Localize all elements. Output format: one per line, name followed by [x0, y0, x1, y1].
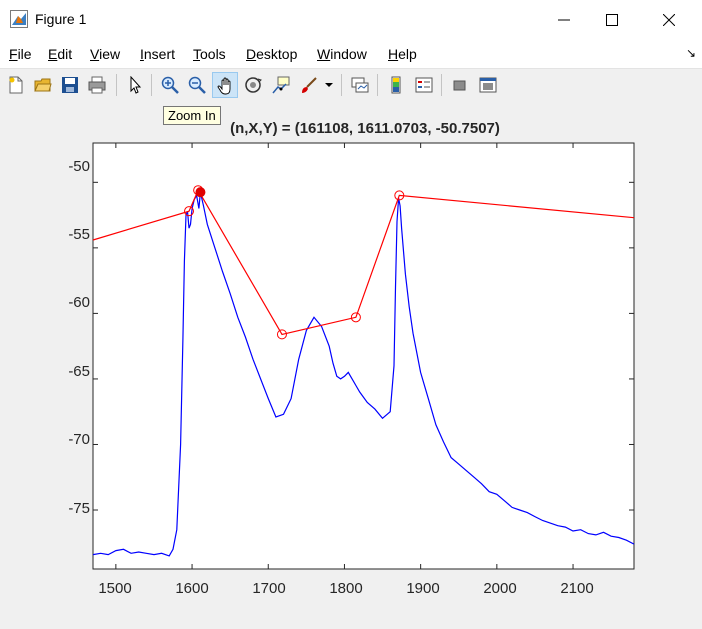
y-tick-label: -65 — [68, 363, 90, 380]
x-tick-label: 1700 — [252, 580, 286, 597]
y-tick-label: -55 — [68, 226, 90, 243]
x-tick-label: 2000 — [483, 580, 517, 597]
y-tick-label: -60 — [68, 294, 90, 311]
x-tick-label: 1800 — [329, 580, 363, 597]
x-tick-label: 1600 — [175, 580, 209, 597]
x-tick-label: 1500 — [98, 580, 132, 597]
y-tick-label: -75 — [68, 500, 90, 517]
x-tick-label: 1900 — [406, 580, 440, 597]
axes-box — [92, 142, 635, 570]
y-tick-label: -50 — [68, 158, 90, 175]
selected-data-point-marker — [195, 187, 206, 198]
x-tick-label: 2100 — [560, 580, 594, 597]
y-tick-label: -70 — [68, 431, 90, 448]
plot-axes[interactable] — [0, 0, 702, 629]
tooltip: Zoom In — [163, 106, 221, 125]
